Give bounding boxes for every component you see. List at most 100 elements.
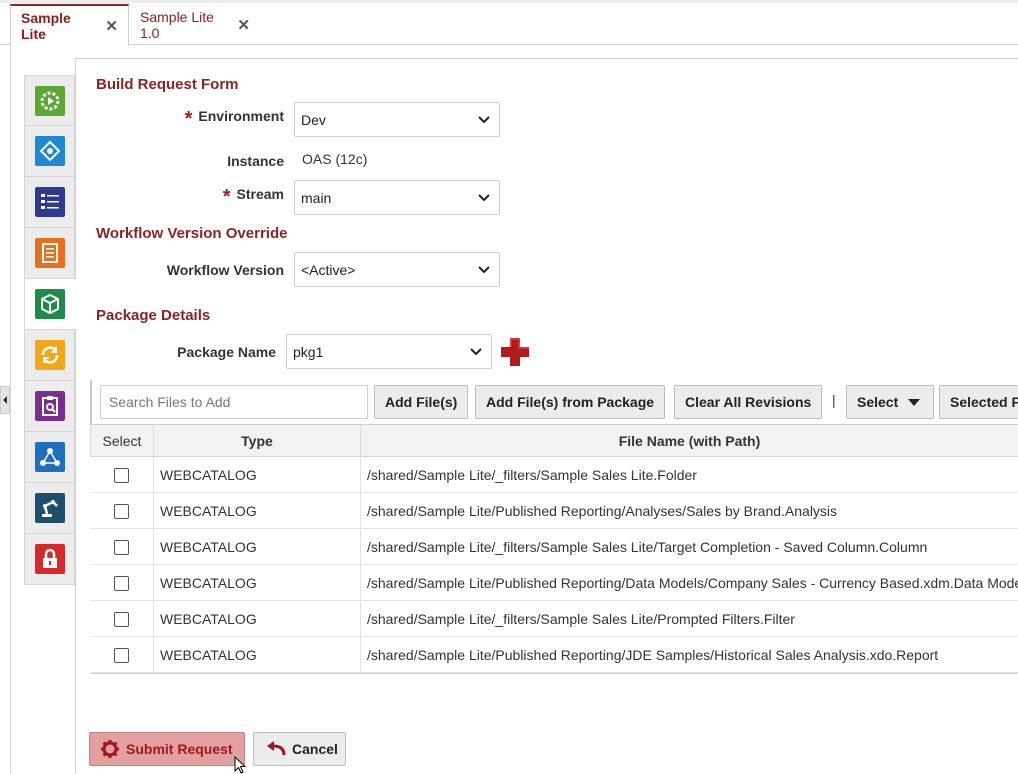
environment-select[interactable]: Dev: [294, 102, 500, 137]
row-checkbox[interactable]: [114, 539, 130, 555]
file-name-cell: /shared/Sample Lite/_filters/Sample Sale…: [360, 528, 1018, 565]
rail-item-security[interactable]: [24, 534, 75, 585]
type-cell: WEBCATALOG: [153, 600, 361, 637]
tab-label: Sample Lite: [21, 10, 71, 42]
chevron-down-icon: [478, 194, 490, 202]
stream-label-text: Stream: [236, 186, 284, 202]
file-name-cell: /shared/Sample Lite/Published Reporting/…: [360, 564, 1018, 601]
select-cell: [90, 564, 154, 601]
type-cell: WEBCATALOG: [153, 456, 361, 493]
rail-item-package[interactable]: [24, 279, 76, 330]
selected-files-button[interactable]: Selected Files: [939, 385, 1018, 419]
checklist-icon: [34, 187, 65, 217]
instance-label: Instance: [227, 153, 284, 169]
package-name-label: Package Name: [177, 344, 276, 360]
select-cell: [90, 600, 154, 637]
icon-rail: [24, 75, 76, 585]
tab-sample-lite-1-0[interactable]: Sample Lite 1.0 ✕: [130, 4, 260, 45]
search-files-input[interactable]: [100, 385, 368, 419]
workflow-version-select[interactable]: <Active>: [294, 252, 500, 287]
clear-all-revisions-button[interactable]: Clear All Revisions: [674, 385, 823, 419]
workflow-nodes-icon: [34, 442, 65, 472]
row-checkbox[interactable]: [114, 575, 130, 591]
table-row[interactable]: WEBCATALOG /shared/Sample Lite/_filters/…: [90, 600, 1018, 637]
close-icon[interactable]: ✕: [105, 17, 118, 35]
row-checkbox[interactable]: [114, 467, 130, 483]
instance-value: OAS (12c): [302, 151, 368, 167]
table-row[interactable]: WEBCATALOG /shared/Sample Lite/Published…: [90, 564, 1018, 601]
caret-left-icon: [3, 396, 7, 404]
caret-down-icon: [908, 398, 921, 406]
document-icon: [34, 238, 65, 268]
environment-label: * Environment: [150, 108, 284, 131]
add-package-plus-icon[interactable]: [499, 336, 531, 368]
panel-border: [10, 45, 11, 774]
file-name-cell: /shared/Sample Lite/Published Reporting/…: [360, 636, 1018, 673]
type-cell: WEBCATALOG: [153, 528, 361, 565]
tab-sample-lite[interactable]: Sample Lite ✕: [10, 4, 129, 46]
network-diamond-icon: [34, 136, 65, 166]
submit-request-label: Submit Request: [126, 741, 233, 757]
environment-label-text: Environment: [198, 108, 284, 124]
workflow-version-label: Workflow Version: [166, 262, 284, 278]
select-label: Select: [857, 394, 899, 410]
select-cell: [90, 528, 154, 565]
table-row[interactable]: WEBCATALOG /shared/Sample Lite/Published…: [90, 492, 1018, 529]
select-cell: [90, 456, 154, 493]
column-header-file-name[interactable]: File Name (with Path): [360, 424, 1018, 457]
row-checkbox[interactable]: [114, 503, 130, 519]
table-row[interactable]: WEBCATALOG /shared/Sample Lite/_filters/…: [90, 456, 1018, 493]
mouse-pointer-icon: [234, 756, 247, 774]
file-name-cell: /shared/Sample Lite/Published Reporting/…: [360, 492, 1018, 529]
collapse-panel-handle[interactable]: [0, 386, 10, 414]
tab-label: Sample Lite 1.0: [140, 8, 214, 41]
rail-item-refresh[interactable]: [24, 330, 75, 381]
chevron-down-icon: [478, 116, 490, 124]
rail-item-checklist[interactable]: [24, 177, 75, 228]
cancel-button[interactable]: Cancel: [253, 732, 346, 766]
close-icon[interactable]: ✕: [237, 16, 250, 34]
rail-item-document[interactable]: [24, 228, 75, 279]
rail-item-workflow[interactable]: [24, 432, 75, 483]
chevron-down-icon: [470, 348, 482, 356]
column-header-type[interactable]: Type: [153, 424, 361, 457]
rail-item-build[interactable]: [24, 75, 75, 126]
row-checkbox[interactable]: [114, 647, 130, 663]
required-marker: *: [184, 108, 193, 130]
stream-label: * Stream: [150, 186, 284, 209]
undo-arrow-icon: [267, 741, 286, 756]
cancel-label: Cancel: [292, 741, 338, 757]
package-name-select[interactable]: pkg1: [286, 334, 492, 369]
form-title: Build Request Form: [96, 76, 239, 93]
table-bottom-border: [90, 673, 1018, 674]
chevron-down-icon: [478, 266, 490, 274]
workflow-version-value: <Active>: [301, 261, 356, 278]
table-row[interactable]: WEBCATALOG /shared/Sample Lite/Published…: [90, 636, 1018, 673]
table-header-row: Select Type File Name (with Path): [90, 424, 1018, 457]
package-name-value: pkg1: [293, 343, 324, 360]
required-marker: *: [222, 186, 231, 208]
row-checkbox[interactable]: [114, 611, 130, 627]
rail-item-network[interactable]: [24, 126, 75, 177]
file-toolbar: Add File(s) Add File(s) from Package Cle…: [90, 380, 1018, 424]
submit-request-button[interactable]: Submit Request: [89, 732, 245, 766]
rail-item-review[interactable]: [24, 381, 75, 432]
add-files-from-package-button[interactable]: Add File(s) from Package: [475, 385, 666, 419]
table-row[interactable]: WEBCATALOG /shared/Sample Lite/_filters/…: [90, 528, 1018, 565]
file-name-cell: /shared/Sample Lite/_filters/Sample Sale…: [360, 456, 1018, 493]
type-cell: WEBCATALOG: [153, 492, 361, 529]
stream-select[interactable]: main: [294, 180, 500, 215]
add-files-button[interactable]: Add File(s): [374, 385, 469, 419]
lock-icon: [34, 544, 65, 574]
tab-bar: Sample Lite ✕ Sample Lite 1.0 ✕: [0, 0, 1018, 46]
select-cell: [90, 492, 154, 529]
toolbar-separator: |: [832, 392, 836, 408]
clipboard-search-icon: [34, 391, 65, 421]
override-title: Workflow Version Override: [96, 225, 288, 242]
select-dropdown-button[interactable]: Select: [846, 385, 934, 419]
column-header-select[interactable]: Select: [90, 424, 154, 457]
environment-value: Dev: [301, 111, 326, 128]
rail-item-automation[interactable]: [24, 483, 75, 534]
refresh-icon: [34, 340, 65, 370]
stream-value: main: [301, 189, 332, 206]
